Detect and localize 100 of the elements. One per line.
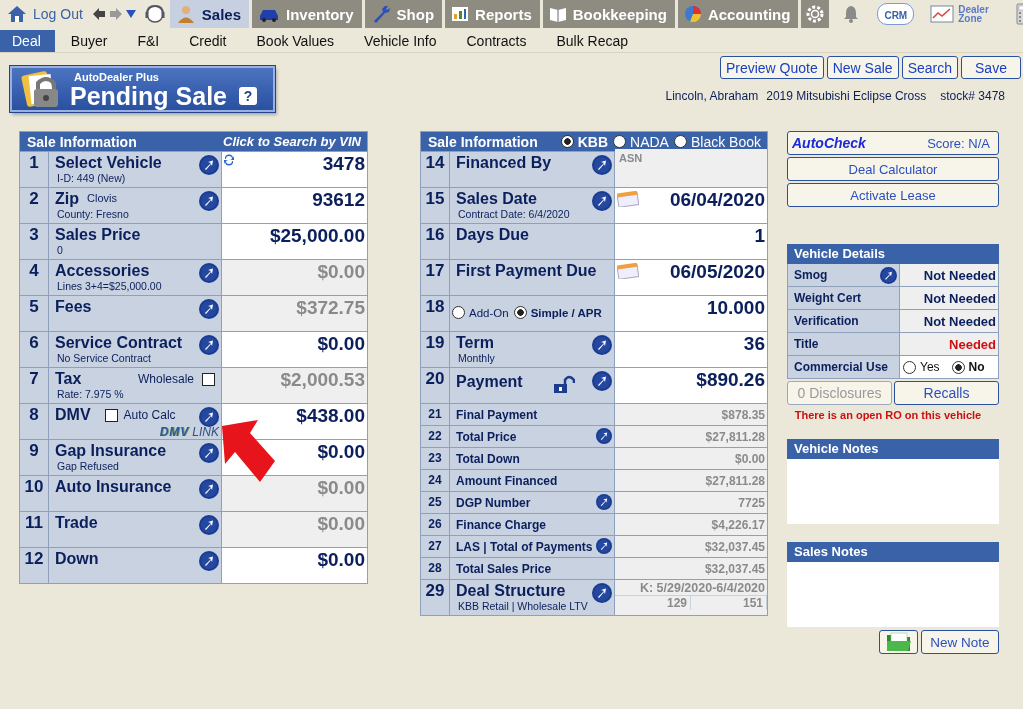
sub-tab[interactable]: Contracts xyxy=(454,30,541,52)
open-padlock-icon[interactable] xyxy=(552,374,575,394)
field-note: Rate: 7.975 % xyxy=(56,388,125,400)
panel-title: Sales Notes xyxy=(787,542,999,562)
action-button[interactable]: Save xyxy=(961,56,1021,79)
value-text: ASN xyxy=(618,151,643,164)
help-button[interactable]: ? xyxy=(239,86,257,105)
field-label: DMV xyxy=(55,406,91,424)
radio-button[interactable] xyxy=(613,135,627,148)
refresh-icon[interactable] xyxy=(223,154,235,166)
link-icon[interactable] xyxy=(199,407,219,427)
radio-button[interactable] xyxy=(452,306,465,319)
row-number: 24 xyxy=(421,470,450,491)
sub-tab[interactable]: Buyer xyxy=(58,30,122,52)
dropdown-icon[interactable] xyxy=(125,10,136,18)
link-icon[interactable] xyxy=(199,263,219,283)
input-field[interactable]: 10.000 xyxy=(706,297,765,319)
new-note-button[interactable]: New Note xyxy=(921,630,999,654)
checkbox[interactable] xyxy=(104,408,118,422)
field-label: Trade xyxy=(55,514,98,532)
link-icon[interactable] xyxy=(596,538,612,554)
input-field[interactable]: $890.26 xyxy=(696,369,765,391)
sub-tab[interactable]: Vehicle Info xyxy=(352,30,451,52)
alert-text: There is an open RO on this vehicle xyxy=(793,409,983,421)
input-field[interactable]: 1 xyxy=(754,225,765,247)
radio-button[interactable] xyxy=(560,135,574,148)
brand-name: AutoDealer Plus xyxy=(74,70,160,83)
field-label: Service Contract xyxy=(55,334,183,352)
row-number: 16 xyxy=(421,224,450,259)
link-icon[interactable] xyxy=(199,551,219,571)
headset-icon[interactable] xyxy=(143,3,166,25)
link-icon[interactable] xyxy=(592,371,612,391)
settings-icon[interactable] xyxy=(801,0,830,28)
field-label: Total Sales Price xyxy=(456,561,552,576)
link-icon[interactable] xyxy=(592,155,612,175)
field-label: Tax xyxy=(55,370,82,388)
vin-search-link[interactable]: Click to Search by VIN xyxy=(223,134,361,149)
row-number: 12 xyxy=(20,548,49,583)
link-icon[interactable] xyxy=(592,191,612,211)
dmv-link-logo[interactable]: DMV LINK xyxy=(159,426,219,439)
field-note: 0 xyxy=(56,244,64,256)
action-button[interactable]: Search xyxy=(901,56,958,79)
checkbox[interactable] xyxy=(202,372,215,386)
module-tab[interactable]: Sales xyxy=(169,0,250,28)
row-number: 26 xyxy=(421,514,450,535)
link-icon[interactable] xyxy=(199,191,219,211)
radio-button[interactable] xyxy=(951,360,965,374)
panel-title: Vehicle Notes xyxy=(787,439,999,459)
side-button[interactable]: Deal Calculator xyxy=(787,157,999,181)
value-text: $0.00 xyxy=(317,261,365,283)
input-field[interactable]: $438.00 xyxy=(296,405,365,427)
input-field[interactable]: 06/04/2020 xyxy=(669,189,765,211)
crm-button[interactable]: CRM xyxy=(877,3,915,25)
input-field[interactable]: $0.00 xyxy=(317,441,365,463)
link-icon[interactable] xyxy=(199,335,219,355)
recalls-button[interactable]: Recalls xyxy=(894,381,999,405)
input-field[interactable]: 36 xyxy=(743,333,765,355)
link-icon[interactable] xyxy=(199,443,219,463)
logout-link[interactable]: Log Out xyxy=(0,0,89,28)
field-label: Title xyxy=(794,337,819,351)
home-icon xyxy=(7,5,27,23)
link-icon[interactable] xyxy=(199,299,219,319)
radio-button[interactable] xyxy=(903,360,916,374)
link-icon[interactable] xyxy=(199,479,219,499)
field-label: Finance Charge xyxy=(456,517,547,532)
link-icon[interactable] xyxy=(592,335,612,355)
input-field[interactable]: $0.00 xyxy=(317,549,365,571)
autocheck-button[interactable]: AutoCheck Score: N/A xyxy=(787,131,999,155)
link-icon[interactable] xyxy=(596,428,612,444)
row-number: 9 xyxy=(20,440,49,475)
input-field[interactable]: 06/05/2020 xyxy=(669,261,765,283)
action-button[interactable]: New Sale xyxy=(826,56,899,79)
link-icon[interactable] xyxy=(199,155,219,175)
field-label: LAS | Total of Payments xyxy=(456,539,593,554)
folder-button[interactable] xyxy=(879,630,918,654)
link-icon[interactable] xyxy=(880,267,897,284)
radio-button[interactable] xyxy=(513,306,527,319)
value-text: $0.00 xyxy=(317,477,365,499)
input-field[interactable]: 93612 xyxy=(312,189,365,211)
sub-tab[interactable]: F&I xyxy=(125,30,174,52)
sub-tab[interactable]: Book Values xyxy=(244,30,349,52)
value-text: $4,226.17 xyxy=(711,517,765,532)
customer-name: Lincoln, Abraham xyxy=(665,89,759,103)
sub-tab[interactable]: Credit xyxy=(177,30,241,52)
side-button[interactable]: Activate Lease xyxy=(787,183,999,207)
value-text: $32,037.45 xyxy=(704,539,765,554)
input-field[interactable]: 3478 xyxy=(322,153,365,175)
link-icon[interactable] xyxy=(199,515,219,535)
back-icon[interactable] xyxy=(91,7,106,21)
sub-tab[interactable]: Bulk Recap xyxy=(544,30,642,52)
radio-button[interactable] xyxy=(673,135,687,148)
bell-icon[interactable] xyxy=(843,5,860,23)
table-title: Sale Information xyxy=(27,133,137,150)
sub-tab[interactable]: Deal xyxy=(0,30,55,52)
input-field[interactable]: $0.00 xyxy=(317,333,365,355)
link-icon[interactable] xyxy=(596,494,612,510)
row-number: 28 xyxy=(421,558,450,579)
action-button[interactable]: Preview Quote xyxy=(719,56,824,79)
input-field[interactable]: $25,000.00 xyxy=(269,225,365,247)
link-icon[interactable] xyxy=(592,583,612,603)
